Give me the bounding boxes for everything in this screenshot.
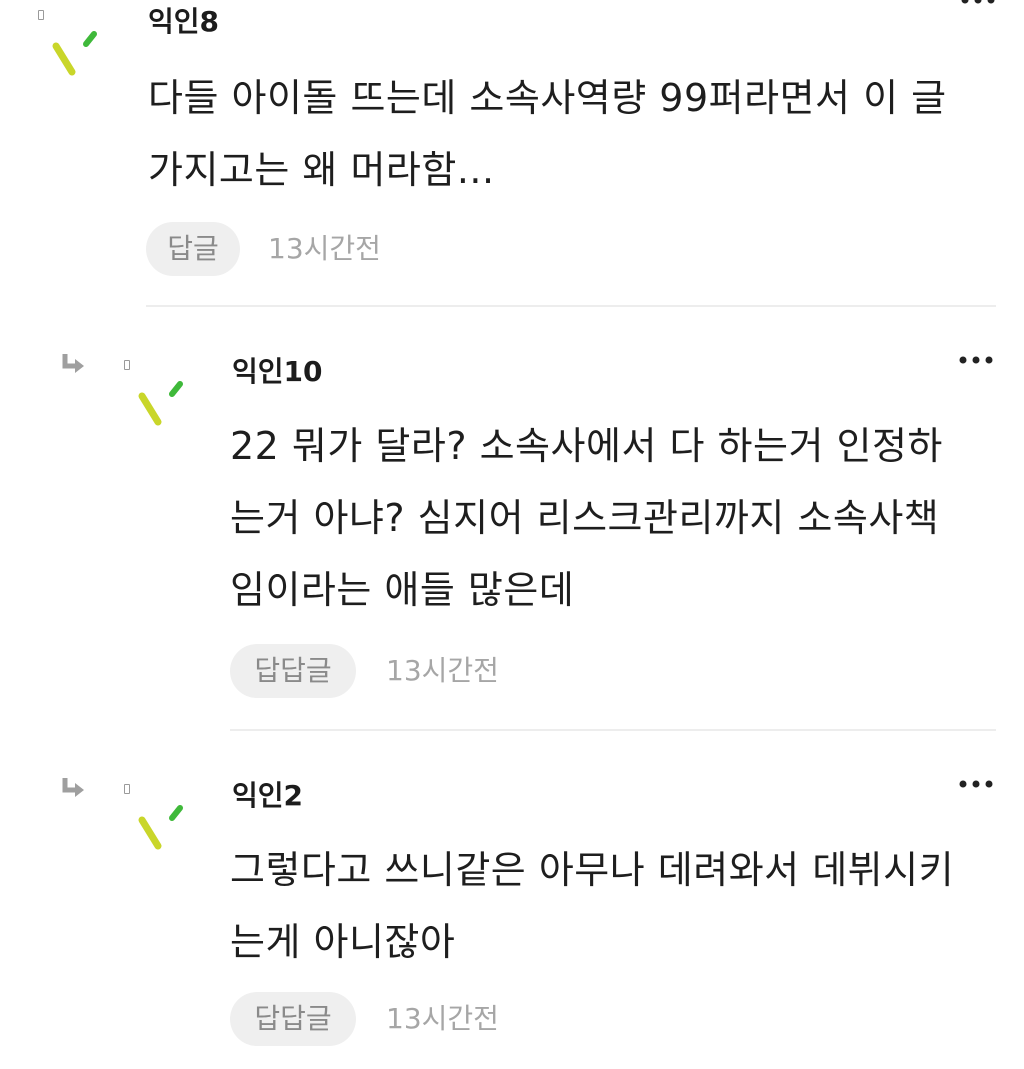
comment-body-line: 가지고는 왜 머라함... [148, 148, 495, 192]
more-dots-icon[interactable] [956, 350, 996, 370]
reply-arrow-icon [62, 778, 84, 797]
comment-body: 다들 아이돌 뜨는데 소속사역량 99퍼라면서 이 글 가지고는 왜 머라함..… [148, 62, 947, 206]
square-icon [124, 784, 130, 794]
comment-item-reply: 익인10 22 뭐가 달라? 소속사에서 다 하는거 인정하 는거 아냐? 심지… [0, 330, 1024, 731]
more-dots-icon[interactable] [958, 0, 998, 10]
comment-time: 13시간전 [268, 232, 381, 265]
reply-arrow-icon [62, 354, 84, 373]
comment-body: 22 뭐가 달라? 소속사에서 다 하는거 인정하 는거 아냐? 심지어 리스크… [230, 410, 943, 626]
comment-body-line: 그렇다고 쓰니같은 아무나 데려와서 데뷔시키 [230, 848, 955, 892]
comment-author[interactable]: 익인8 [148, 4, 219, 40]
comment-author[interactable]: 익인10 [232, 354, 323, 390]
divider [230, 729, 996, 731]
comment-body-line: 다들 아이돌 뜨는데 소속사역량 99퍼라면서 이 글 [148, 76, 947, 120]
comment-body-line: 는게 아니잖아 [230, 920, 456, 964]
square-icon [124, 360, 130, 370]
divider [146, 305, 996, 307]
anonymous-avatar-icon [52, 31, 97, 76]
comment-item: 익인8 다들 아이돌 뜨는데 소속사역량 99퍼라면서 이 글 가지고는 왜 머… [0, 0, 1024, 307]
comment-item-reply: 익인2 그렇다고 쓰니같은 아무나 데려와서 데뷔시키 는게 아니잖아 답답글 … [0, 754, 1024, 1064]
comment-body: 그렇다고 쓰니같은 아무나 데려와서 데뷔시키 는게 아니잖아 [230, 834, 954, 978]
comment-time: 13시간전 [386, 1002, 499, 1035]
comment-body-line: 22 뭐가 달라? 소속사에서 다 하는거 인정하 [230, 424, 943, 468]
comment-body-line: 임이라는 애들 많은데 [230, 568, 575, 612]
reply-button[interactable]: 답글 [146, 222, 240, 276]
anonymous-avatar-icon [138, 805, 183, 850]
reply-button[interactable]: 답답글 [230, 644, 356, 698]
anonymous-avatar-icon [138, 381, 183, 426]
more-dots-icon[interactable] [956, 774, 996, 794]
comment-time: 13시간전 [386, 654, 499, 687]
comment-author[interactable]: 익인2 [232, 778, 303, 814]
reply-button[interactable]: 답답글 [230, 992, 356, 1046]
square-icon [38, 10, 44, 20]
comment-body-line: 는거 아냐? 심지어 리스크관리까지 소속사책 [230, 496, 940, 540]
